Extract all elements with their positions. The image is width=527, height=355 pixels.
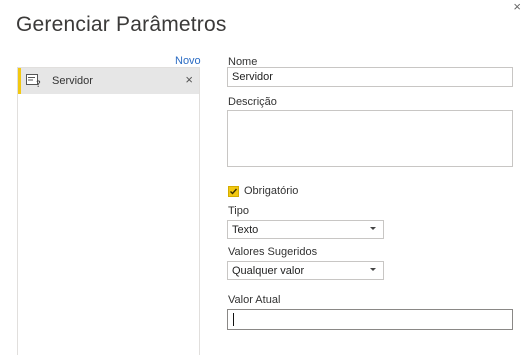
parameter-icon: ? — [26, 74, 42, 88]
suggested-values-select[interactable]: Qualquer valor — [227, 261, 384, 280]
type-select[interactable]: Texto — [227, 220, 384, 239]
required-label: Obrigatório — [244, 185, 299, 197]
remove-parameter-icon[interactable]: × — [185, 73, 193, 87]
text-cursor — [233, 313, 234, 326]
parameter-item-label: Servidor — [52, 75, 93, 87]
type-label: Tipo — [228, 205, 249, 217]
description-label: Descrição — [228, 96, 277, 108]
description-input[interactable] — [227, 110, 513, 167]
svg-text:?: ? — [36, 80, 41, 88]
new-parameter-link[interactable]: Novo — [175, 55, 201, 67]
type-select-value: Texto — [232, 224, 259, 236]
name-input[interactable]: Servidor — [227, 67, 513, 87]
chevron-down-icon — [370, 268, 376, 271]
check-icon — [230, 188, 238, 195]
parameter-list-item[interactable]: ? Servidor × — [18, 68, 199, 94]
dialog-title: Gerenciar Parâmetros — [16, 13, 227, 36]
current-value-input[interactable] — [227, 309, 513, 330]
current-value-label: Valor Atual — [228, 294, 281, 306]
suggested-values-label: Valores Sugeridos — [228, 246, 318, 258]
parameter-list: ? Servidor × — [17, 67, 200, 355]
manage-parameters-dialog: × Gerenciar Parâmetros Novo ? Servidor ×… — [0, 0, 527, 355]
chevron-down-icon — [370, 227, 376, 230]
suggested-values-select-value: Qualquer valor — [232, 265, 305, 277]
close-icon[interactable]: × — [513, 0, 521, 14]
required-checkbox[interactable] — [228, 186, 239, 197]
